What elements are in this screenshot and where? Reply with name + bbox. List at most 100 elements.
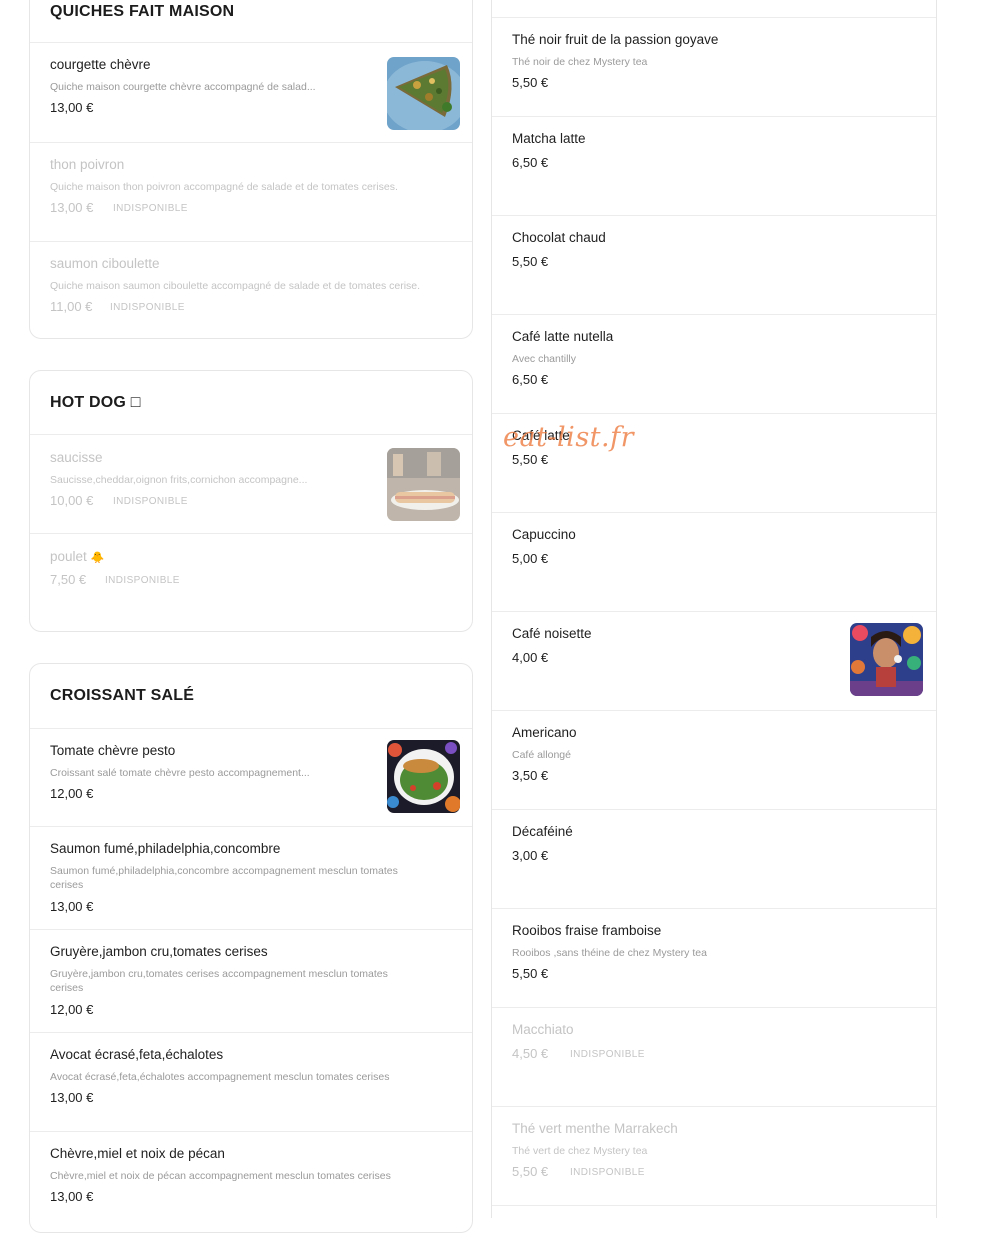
item-name-text: poulet <box>50 549 91 564</box>
menu-item[interactable]: Tomate chèvre pesto Croissant salé tomat… <box>30 729 472 826</box>
menu-item[interactable]: Avocat écrasé,feta,échalotes Avocat écra… <box>30 1033 472 1131</box>
item-price: 13,00 € <box>50 200 94 215</box>
item-name: Macchiato <box>512 1022 574 1037</box>
item-name: Café noisette <box>512 626 592 641</box>
item-description: Thé vert de chez Mystery tea <box>512 1145 648 1157</box>
section-title: CROISSANT SALÉ <box>50 687 195 704</box>
item-price: 13,00 € <box>50 899 94 914</box>
item-price: 5,00 € <box>512 551 549 566</box>
painting-image <box>850 623 923 696</box>
item-name: Thé vert menthe Marrakech <box>512 1121 678 1136</box>
menu-item[interactable]: saucisse Saucisse,cheddar,oignon frits,c… <box>30 435 472 533</box>
menu-item[interactable]: courgette chèvre Quiche maison courgette… <box>30 43 472 142</box>
item-price: 3,00 € <box>512 848 549 863</box>
item-price: 4,50 € <box>512 1046 549 1061</box>
item-name: Chèvre,miel et noix de pécan <box>50 1146 225 1161</box>
section-title: HOT DOG □ <box>50 394 141 412</box>
item-name: Tomate chèvre pesto <box>50 743 176 758</box>
item-price: 13,00 € <box>50 1189 94 1204</box>
item-name: courgette chèvre <box>50 57 151 72</box>
item-description: Avec chantilly <box>512 353 577 365</box>
menu-item[interactable]: Saumon fumé,philadelphia,concombre Saumo… <box>30 827 472 929</box>
menu-item[interactable]: poulet 🐥 7,50 € INDISPONIBLE <box>30 534 472 632</box>
menu-item[interactable]: Matcha latte 6,50 € <box>492 117 936 215</box>
quiche-image <box>387 57 460 130</box>
item-description: Quiche maison courgette chèvre accompagn… <box>50 81 316 93</box>
menu-item[interactable]: Gruyère,jambon cru,tomates cerises Gruyè… <box>30 930 472 1032</box>
item-price: 5,50 € <box>512 966 549 981</box>
item-name: Café latte nutella <box>512 329 614 344</box>
item-name: poulet 🐥 <box>50 549 104 564</box>
item-name: Matcha latte <box>512 131 586 146</box>
item-name: thon poivron <box>50 157 125 172</box>
item-name: Décaféiné <box>512 824 573 839</box>
unavailable-badge: INDISPONIBLE <box>570 1049 645 1060</box>
menu-item[interactable]: Café noisette 4,00 € <box>492 612 936 710</box>
item-price: 3,50 € <box>512 768 549 783</box>
menu-item[interactable]: Chocolat chaud 5,50 € <box>492 216 936 314</box>
item-price: 6,50 € <box>512 155 549 170</box>
item-description: Rooibos ,sans théine de chez Mystery tea <box>512 947 707 959</box>
item-name: Avocat écrasé,feta,échalotes <box>50 1047 224 1062</box>
menu-item[interactable]: Rooibos fraise framboise Rooibos ,sans t… <box>492 909 936 1007</box>
menu-item[interactable]: Café latte nutella Avec chantilly 6,50 € <box>492 315 936 413</box>
item-price: 13,00 € <box>50 1090 94 1105</box>
section-title: QUICHES FAIT MAISON <box>50 3 235 20</box>
unavailable-badge: INDISPONIBLE <box>105 575 180 586</box>
section-title-text: HOT DOG <box>50 394 131 411</box>
item-name: Thé noir fruit de la passion goyave <box>512 32 719 47</box>
item-description: Croissant salé tomate chèvre pesto accom… <box>50 767 310 779</box>
item-description: Saucisse,cheddar,oignon frits,cornichon … <box>50 474 308 486</box>
item-price: 5,50 € <box>512 75 549 90</box>
item-name: Gruyère,jambon cru,tomates cerises <box>50 944 268 959</box>
item-description: Thé noir de chez Mystery tea <box>512 56 648 68</box>
unavailable-badge: INDISPONIBLE <box>113 496 188 507</box>
croissant-section: CROISSANT SALÉ Tomate chèvre pesto Crois… <box>29 663 473 1233</box>
item-price: 5,50 € <box>512 452 549 467</box>
item-description: Saumon fumé,philadelphia,concombre accom… <box>50 865 398 891</box>
watermark: eat-list.fr <box>503 422 635 453</box>
drinks-section: Thé noir fruit de la passion goyave Thé … <box>491 0 937 1218</box>
item-price: 4,00 € <box>512 650 549 665</box>
croissant-salad-image <box>387 740 460 813</box>
item-name: Rooibos fraise framboise <box>512 923 662 938</box>
item-description: Café allongé <box>512 749 571 761</box>
menu-item[interactable]: saumon ciboulette Quiche maison saumon c… <box>30 242 472 339</box>
divider <box>492 1205 936 1206</box>
item-description: Quiche maison saumon ciboulette accompag… <box>50 280 421 292</box>
item-price: 11,00 € <box>50 299 93 314</box>
quiches-section: QUICHES FAIT MAISON courgette chèvre Qui… <box>29 0 473 339</box>
item-name: Saumon fumé,philadelphia,concombre <box>50 841 281 856</box>
item-price: 7,50 € <box>50 572 87 587</box>
item-name: Chocolat chaud <box>512 230 606 245</box>
item-price: 5,50 € <box>512 254 549 269</box>
item-description: Quiche maison thon poivron accompagné de… <box>50 181 398 193</box>
item-name: Capuccino <box>512 527 576 542</box>
menu-item[interactable]: Thé vert menthe Marrakech Thé vert de ch… <box>492 1107 936 1205</box>
item-description: Chèvre,miel et noix de pécan accompagnem… <box>50 1170 391 1182</box>
item-description: Avocat écrasé,feta,échalotes accompagnem… <box>50 1071 390 1083</box>
item-price: 12,00 € <box>50 786 94 801</box>
item-name: saucisse <box>50 450 103 465</box>
item-price: 12,00 € <box>50 1002 94 1017</box>
item-price: 13,00 € <box>50 100 94 115</box>
menu-item[interactable]: Chèvre,miel et noix de pécan Chèvre,miel… <box>30 1132 472 1230</box>
item-price: 5,50 € <box>512 1164 549 1179</box>
menu-item[interactable]: Capuccino 5,00 € <box>492 513 936 611</box>
unavailable-badge: INDISPONIBLE <box>110 302 185 313</box>
item-price: 6,50 € <box>512 372 549 387</box>
item-name: saumon ciboulette <box>50 256 160 271</box>
menu-item[interactable]: Americano Café allongé 3,50 € <box>492 711 936 809</box>
unavailable-badge: INDISPONIBLE <box>570 1167 645 1178</box>
item-price: 10,00 € <box>50 493 94 508</box>
menu-item[interactable]: Décaféiné 3,00 € <box>492 810 936 908</box>
menu-item[interactable]: Thé noir fruit de la passion goyave Thé … <box>492 18 936 116</box>
chick-icon: 🐥 <box>90 552 105 564</box>
item-name: Americano <box>512 725 577 740</box>
menu-item[interactable]: thon poivron Quiche maison thon poivron … <box>30 143 472 241</box>
menu-item[interactable]: Macchiato 4,50 € INDISPONIBLE <box>492 1008 936 1106</box>
unavailable-badge: INDISPONIBLE <box>113 203 188 214</box>
hotdog-image <box>387 448 460 521</box>
item-description: Gruyère,jambon cru,tomates cerises accom… <box>50 968 388 994</box>
hotdog-section: HOT DOG □ saucisse Saucisse,cheddar,oign… <box>29 370 473 632</box>
